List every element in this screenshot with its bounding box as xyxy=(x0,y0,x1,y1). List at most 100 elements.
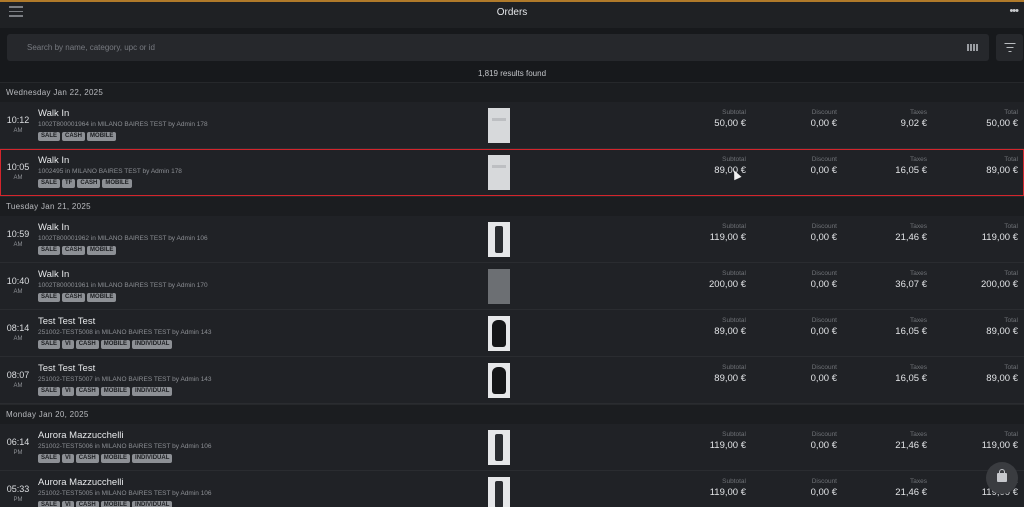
total-value: 50,00 € xyxy=(986,118,1018,129)
total-cell: Total 119,00 € xyxy=(908,223,1018,243)
total-label: Total xyxy=(1004,156,1018,163)
total-label: Total xyxy=(1004,364,1018,371)
order-time: 06:14 xyxy=(6,437,30,447)
order-details: 251002-TEST5005 in MILANO BAIRES TEST by… xyxy=(38,490,212,497)
order-tag: MOBILE xyxy=(87,246,117,255)
total-value: 89,00 € xyxy=(986,373,1018,384)
total-value: 89,00 € xyxy=(986,165,1018,176)
order-details: 1002T800001962 in MILANO BAIRES TEST by … xyxy=(38,235,208,242)
cart-button[interactable] xyxy=(986,462,1018,494)
order-row[interactable]: 08:07 AM Test Test Test 251002-TEST5007 … xyxy=(0,357,1024,404)
customer-name: Walk In xyxy=(38,222,70,233)
order-tag: SALE xyxy=(38,454,61,463)
date-group-header: Monday Jan 20, 2025 xyxy=(0,404,1024,424)
group-date: Tuesday Jan 21, 2025 xyxy=(6,202,91,211)
more-options-icon[interactable]: ••• xyxy=(1009,5,1019,17)
order-details: 251002-TEST5008 in MILANO BAIRES TEST by… xyxy=(38,329,212,336)
order-time: 08:14 xyxy=(6,323,30,333)
order-ampm: AM xyxy=(13,289,23,295)
order-ampm: PM xyxy=(13,497,23,503)
product-thumbnail xyxy=(488,155,510,190)
group-date: Wednesday Jan 22, 2025 xyxy=(6,88,104,97)
order-time: 10:40 xyxy=(6,276,30,286)
order-tag: MOBILE xyxy=(100,454,131,463)
order-row[interactable]: 06:14 PM Aurora Mazzucchelli 251002-TEST… xyxy=(0,424,1024,471)
app-header: Orders ••• xyxy=(0,2,1024,28)
order-tags: SALE CASH MOBILE xyxy=(38,246,117,255)
customer-name: Walk In xyxy=(38,269,70,280)
order-details: 1002T800001961 in MILANO BAIRES TEST by … xyxy=(38,282,208,289)
order-tag: SALE xyxy=(38,246,61,255)
order-tag: SALE xyxy=(38,293,61,302)
order-tag: MOBILE xyxy=(102,179,132,188)
product-thumbnail xyxy=(488,222,510,257)
customer-name: Aurora Mazzucchelli xyxy=(38,430,124,441)
order-row[interactable]: 10:05 AM Walk In 1002495 in MILANO BAIRE… xyxy=(0,149,1024,196)
order-tag: SALE xyxy=(38,387,61,396)
total-value: 119,00 € xyxy=(981,232,1018,243)
order-ampm: PM xyxy=(13,450,23,456)
search-input[interactable]: Search by name, category, upc or id xyxy=(27,43,155,52)
order-tag: CASH xyxy=(77,179,101,188)
order-tag: MOBILE xyxy=(100,501,131,507)
order-tag: CASH xyxy=(62,293,86,302)
total-value: 89,00 € xyxy=(986,326,1018,337)
order-tag: CASH xyxy=(75,387,99,396)
total-cell: Total 119,00 € xyxy=(908,431,1018,451)
order-row[interactable]: 05:33 PM Aurora Mazzucchelli 251002-TEST… xyxy=(0,471,1024,507)
order-tags: SALE TF CASH MOBILE xyxy=(38,179,132,188)
order-ampm: AM xyxy=(13,336,23,342)
order-ampm: AM xyxy=(13,383,23,389)
order-ampm: AM xyxy=(13,128,23,134)
search-bar[interactable]: Search by name, category, upc or id xyxy=(7,34,989,61)
product-thumbnail xyxy=(488,430,510,465)
product-thumbnail xyxy=(488,363,510,398)
total-label: Total xyxy=(1004,431,1018,438)
page-title: Orders xyxy=(496,7,528,18)
group-date: Monday Jan 20, 2025 xyxy=(6,410,89,419)
order-tag: INDIVIDUAL xyxy=(132,501,173,507)
filter-icon xyxy=(1004,43,1015,45)
order-time: 08:07 xyxy=(6,370,30,380)
order-tags: SALE VI CASH MOBILE INDIVIDUAL xyxy=(38,340,173,349)
date-group-header: Wednesday Jan 22, 2025 xyxy=(0,82,1024,102)
order-ampm: AM xyxy=(13,242,23,248)
order-time: 10:05 xyxy=(6,162,30,172)
order-tag: INDIVIDUAL xyxy=(132,454,173,463)
order-details: 251002-TEST5007 in MILANO BAIRES TEST by… xyxy=(38,376,212,383)
product-thumbnail xyxy=(488,108,510,143)
date-group-header: Tuesday Jan 21, 2025 xyxy=(0,196,1024,216)
total-value: 200,00 € xyxy=(981,279,1018,290)
customer-name: Test Test Test xyxy=(38,316,96,327)
order-details: 1002495 in MILANO BAIRES TEST by Admin 1… xyxy=(38,168,182,175)
order-tag: VI xyxy=(62,454,74,463)
order-row[interactable]: 10:59 AM Walk In 1002T800001962 in MILAN… xyxy=(0,216,1024,263)
order-tags: SALE CASH MOBILE xyxy=(38,293,117,302)
order-tag: MOBILE xyxy=(87,132,117,141)
total-cell: Total 50,00 € xyxy=(908,109,1018,129)
order-tag: CASH xyxy=(75,454,99,463)
order-tags: SALE VI CASH MOBILE INDIVIDUAL xyxy=(38,387,173,396)
total-label: Total xyxy=(1004,270,1018,277)
order-row[interactable]: 10:12 AM Walk In 1002T800001964 in MILAN… xyxy=(0,102,1024,149)
order-tag: VI xyxy=(62,501,74,507)
order-tag: CASH xyxy=(75,501,99,507)
total-cell: Total 89,00 € xyxy=(908,156,1018,176)
order-tag: SALE xyxy=(38,179,61,188)
order-row[interactable]: 10:40 AM Walk In 1002T800001961 in MILAN… xyxy=(0,263,1024,310)
order-tag: TF xyxy=(62,179,76,188)
total-cell: Total 200,00 € xyxy=(908,270,1018,290)
order-row[interactable]: 08:14 AM Test Test Test 251002-TEST5008 … xyxy=(0,310,1024,357)
filter-button[interactable] xyxy=(996,34,1023,61)
order-tag: CASH xyxy=(62,132,86,141)
order-time: 05:33 xyxy=(6,484,30,494)
product-thumbnail xyxy=(488,316,510,351)
barcode-scan-icon[interactable] xyxy=(967,44,979,51)
order-tags: SALE VI CASH MOBILE INDIVIDUAL xyxy=(38,501,173,507)
order-tag: MOBILE xyxy=(87,293,117,302)
order-details: 251002-TEST5006 in MILANO BAIRES TEST by… xyxy=(38,443,212,450)
customer-name: Aurora Mazzucchelli xyxy=(38,477,124,488)
total-cell: Total 89,00 € xyxy=(908,317,1018,337)
order-ampm: AM xyxy=(13,175,23,181)
total-cell: Total 89,00 € xyxy=(908,364,1018,384)
